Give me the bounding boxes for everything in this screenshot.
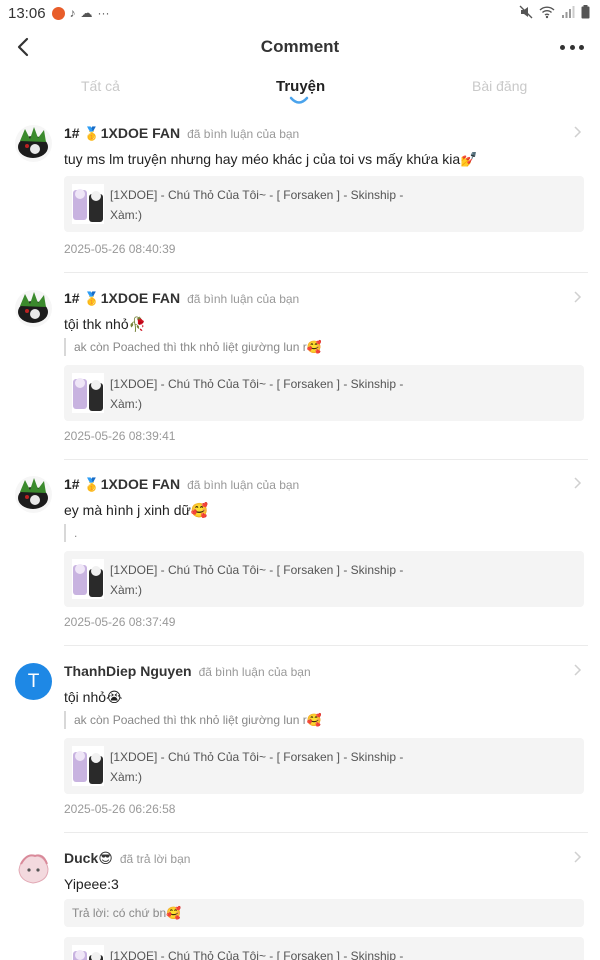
app-notification-icon <box>51 6 65 20</box>
medal-icon: 🥇 <box>83 291 100 306</box>
action-text: đã bình luận của bạn <box>187 127 300 141</box>
header: Comment <box>0 26 600 68</box>
story-title: [1XDOE] - Chú Thỏ Của Tôi~ - [ Forsaken … <box>110 377 404 411</box>
tab-posts[interactable]: Bài đăng <box>472 78 527 94</box>
quoted-comment: ak còn Poached thì thk nhỏ liệt giường l… <box>64 338 322 356</box>
quoted-comment: . <box>64 524 77 542</box>
story-thumbnail <box>72 184 104 224</box>
rank-label: 1# <box>64 125 80 141</box>
cloud-notification-icon: ☁ <box>80 6 93 20</box>
status-bar: 13:06 ♪ ☁ ··· <box>0 0 600 26</box>
avatar[interactable] <box>15 290 52 327</box>
story-thumbnail <box>72 945 104 960</box>
more-notifications-icon: ··· <box>97 6 110 20</box>
wifi-icon <box>539 6 555 19</box>
chevron-right-icon[interactable] <box>572 125 582 139</box>
divider <box>64 459 588 460</box>
comment-text: Yipeee:3 <box>64 876 119 892</box>
name-row: 1# 🥇 1XDOE FAN đã bình luận của bạn <box>64 476 299 493</box>
timestamp: 2025-05-26 08:40:39 <box>64 242 176 256</box>
dot-icon <box>560 44 565 50</box>
username[interactable]: Duck😎 <box>64 850 113 867</box>
timestamp: 2025-05-26 08:39:41 <box>64 429 176 443</box>
story-card[interactable]: [1XDOE] - Chú Thỏ Của Tôi~ - [ Forsaken … <box>64 551 584 607</box>
story-title: [1XDOE] - Chú Thỏ Của Tôi~ - [ Forsaken … <box>110 750 404 784</box>
quoted-comment: ak còn Poached thì thk nhỏ liệt giường l… <box>64 711 322 729</box>
avatar[interactable] <box>15 476 52 513</box>
battery-icon <box>581 5 590 19</box>
status-time: 13:06 <box>8 4 46 22</box>
action-text: đã bình luận của bạn <box>198 665 311 679</box>
divider <box>64 832 588 833</box>
story-thumbnail <box>72 373 104 413</box>
tab-bar: Tất cả Truyện Bài đăng <box>0 72 600 110</box>
action-text: đã trả lời bạn <box>119 852 191 866</box>
comment-text: ey mà hình j xinh dữ🥰 <box>64 502 209 518</box>
story-card[interactable]: [1XDOE] - Chú Thỏ Của Tôi~ - [ Forsaken … <box>64 738 584 794</box>
divider <box>64 272 588 273</box>
comment-text: tuy ms lm truyện nhưng hay méo khác j củ… <box>64 151 478 167</box>
timestamp: 2025-05-26 08:37:49 <box>64 615 176 629</box>
tab-stories[interactable]: Truyện <box>276 78 325 95</box>
rank-label: 1# <box>64 476 80 492</box>
timestamp: 2025-05-26 06:26:58 <box>64 802 176 816</box>
avatar[interactable] <box>15 125 52 162</box>
dot-icon <box>579 44 584 50</box>
medal-icon: 🥇 <box>83 126 100 141</box>
comment-item[interactable]: T ThanhDiep Nguyen đã bình luận của bạn … <box>0 654 600 833</box>
replied-comment: Trả lời: có chứ bn🥰 <box>64 899 584 927</box>
comment-item[interactable]: 1# 🥇 1XDOE FAN đã bình luận của bạn tuy … <box>0 116 600 273</box>
chevron-right-icon[interactable] <box>572 476 582 490</box>
story-title: [1XDOE] - Chú Thỏ Của Tôi~ - [ Forsaken … <box>110 563 404 597</box>
comment-item[interactable]: Duck😎 đã trả lời bạn Yipeee:3 Trả lời: c… <box>0 841 600 960</box>
username[interactable]: ThanhDiep Nguyen <box>64 663 192 679</box>
divider <box>64 645 588 646</box>
page-title: Comment <box>260 37 340 56</box>
username[interactable]: 1XDOE FAN <box>101 125 180 141</box>
comment-text: tội nhỏ😭 <box>64 689 123 705</box>
story-card[interactable]: [1XDOE] - Chú Thỏ Của Tôi~ - [ Forsaken … <box>64 365 584 421</box>
story-thumbnail <box>72 746 104 786</box>
username[interactable]: 1XDOE FAN <box>101 476 180 492</box>
tiktok-notification-icon: ♪ <box>69 6 76 20</box>
comment-item[interactable]: 1# 🥇 1XDOE FAN đã bình luận của bạn tội … <box>0 281 600 460</box>
name-row: 1# 🥇 1XDOE FAN đã bình luận của bạn <box>64 125 299 142</box>
avatar[interactable] <box>15 850 52 887</box>
story-thumbnail <box>72 559 104 599</box>
comment-text: tội thk nhỏ🥀 <box>64 316 147 332</box>
story-title: [1XDOE] - Chú Thỏ Của Tôi~ - [ Forsaken … <box>110 949 404 960</box>
comment-item[interactable]: 1# 🥇 1XDOE FAN đã bình luận của bạn ey m… <box>0 467 600 646</box>
avatar[interactable]: T <box>15 663 52 700</box>
action-text: đã bình luận của bạn <box>187 292 300 306</box>
story-title: [1XDOE] - Chú Thỏ Của Tôi~ - [ Forsaken … <box>110 188 404 222</box>
name-row: ThanhDiep Nguyen đã bình luận của bạn <box>64 663 311 679</box>
mute-icon <box>519 5 533 19</box>
username[interactable]: 1XDOE FAN <box>101 290 180 306</box>
tab-all[interactable]: Tất cả <box>81 78 120 94</box>
active-tab-indicator <box>289 96 309 104</box>
chevron-right-icon[interactable] <box>572 290 582 304</box>
medal-icon: 🥇 <box>83 477 100 492</box>
story-card[interactable]: [1XDOE] - Chú Thỏ Của Tôi~ - [ Forsaken … <box>64 937 584 960</box>
action-text: đã bình luận của bạn <box>187 478 300 492</box>
chevron-right-icon[interactable] <box>572 663 582 677</box>
dot-icon <box>569 44 575 50</box>
story-card[interactable]: [1XDOE] - Chú Thỏ Của Tôi~ - [ Forsaken … <box>64 176 584 232</box>
rank-label: 1# <box>64 290 80 306</box>
more-options-button[interactable] <box>560 34 584 60</box>
name-row: 1# 🥇 1XDOE FAN đã bình luận của bạn <box>64 290 299 307</box>
chevron-right-icon[interactable] <box>572 850 582 864</box>
name-row: Duck😎 đã trả lời bạn <box>64 850 190 867</box>
signal-icon <box>562 6 575 18</box>
